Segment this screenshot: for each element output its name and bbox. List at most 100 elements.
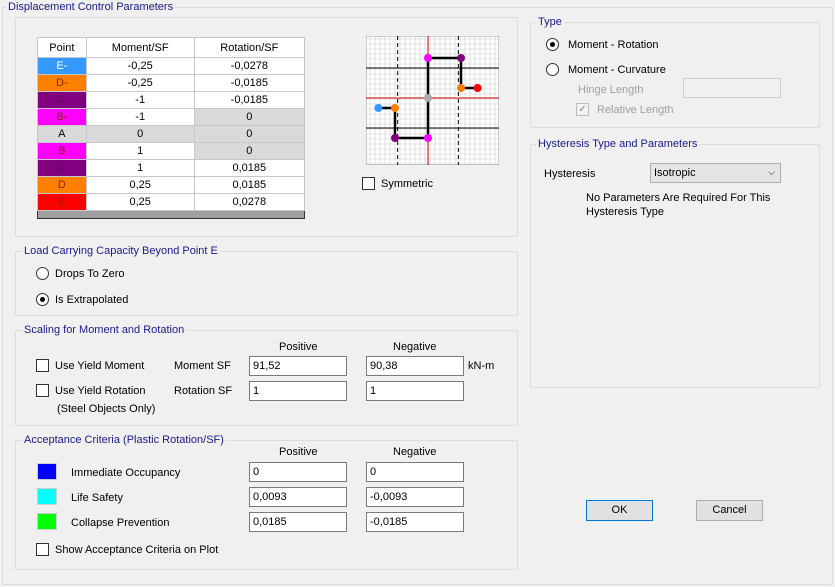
curve-point [391,104,399,112]
symmetric-checkbox[interactable] [362,177,375,190]
curve-plot [366,36,499,165]
curve-point [391,134,399,142]
table-row[interactable]: D 0,25 0,0185 [37,176,306,194]
hysteresis-label: Hysteresis [544,168,596,180]
cell-point[interactable]: B [37,142,87,160]
color-swatch[interactable] [37,463,57,480]
cell-rotation[interactable]: 0,0278 [193,193,306,211]
cell-moment[interactable]: 1 [85,142,195,160]
table-row[interactable]: C 1 0,0185 [37,159,306,177]
moment-sf-negative-input[interactable]: 90,38 [366,356,464,376]
column-header: Rotation/SF [193,37,306,58]
plot-background [366,36,499,165]
acceptance-label: Immediate Occupancy [71,467,181,479]
cell-rotation[interactable]: 0 [193,125,306,143]
cell-point[interactable]: A [37,125,87,143]
table-scrollbar[interactable] [37,210,305,219]
acceptance-positive-input[interactable]: 0,0093 [249,487,347,507]
cell-rotation[interactable]: -0,0185 [193,74,306,92]
use-yield-rotation-label: Use Yield Rotation [55,385,146,397]
table-row[interactable]: B10 [37,142,306,160]
hysteresis-note-1: No Parameters Are Required For This [586,192,771,204]
table-row[interactable]: D- -0,25 -0,0185 [37,74,306,92]
color-swatch[interactable] [37,488,57,505]
symmetric-label: Symmetric [381,178,433,190]
cell-rotation[interactable]: 0,0185 [193,159,306,177]
rotation-sf-negative-input[interactable]: 1 [366,381,464,401]
table-row[interactable]: C- -1 -0,0185 [37,91,306,109]
hinge-length-input[interactable] [683,78,781,98]
hysteresis-value: Isotropic [654,167,696,179]
use-yield-rotation-checkbox[interactable] [36,384,49,397]
cell-point[interactable]: D [37,176,87,194]
cell-point[interactable]: E [37,193,87,211]
scaling-title: Scaling for Moment and Rotation [22,324,187,336]
cell-rotation[interactable]: -0,0185 [193,91,306,109]
table-row[interactable]: A00 [37,125,306,143]
unit-label: kN-m [468,360,495,372]
cell-moment[interactable]: 0,25 [85,193,195,211]
table-row[interactable]: E 0,25 0,0278 [37,193,306,211]
cell-rotation[interactable]: 0,0185 [193,176,306,194]
column-header: Moment/SF [85,37,195,58]
dialog-title: Displacement Control Parameters [6,1,176,13]
curve-point [374,104,383,112]
acceptance-positive-input[interactable]: 0,0185 [249,512,347,532]
curve-point [424,134,432,142]
cell-moment[interactable]: -0,25 [85,74,195,92]
positive-header: Positive [279,341,318,353]
drops-to-zero-radio[interactable] [36,267,49,280]
cell-moment[interactable]: 0,25 [85,176,195,194]
acceptance-negative-input[interactable]: 0 [366,462,464,482]
moment-curvature-label: Moment - Curvature [568,64,666,76]
curve-point [424,54,432,62]
cell-rotation[interactable]: -0,0278 [193,57,306,75]
rotation-sf-label: Rotation SF [174,385,233,397]
show-on-plot-checkbox[interactable] [36,543,49,556]
moment-sf-label: Moment SF [174,360,231,372]
moment-rotation-radio[interactable] [546,38,559,51]
show-on-plot-label: Show Acceptance Criteria on Plot [55,544,219,556]
relative-length-label: Relative Length [597,104,674,116]
color-swatch[interactable] [37,513,57,530]
is-extrapolated-radio[interactable] [36,293,49,306]
drops-to-zero-label: Drops To Zero [55,268,125,280]
negative-header: Negative [393,341,437,353]
curve-point [473,84,482,92]
cell-point[interactable]: B- [37,108,87,126]
hysteresis-select[interactable]: Isotropic ⌵ [650,163,781,183]
hysteresis-title: Hysteresis Type and Parameters [536,138,700,150]
relative-length-checkbox[interactable]: ✓ [576,103,589,116]
moment-sf-positive-input[interactable]: 91,52 [249,356,347,376]
acceptance-positive-input[interactable]: 0 [249,462,347,482]
acceptance-negative-input[interactable]: -0,0093 [366,487,464,507]
hysteresis-note-2: Hysteresis Type [586,206,665,218]
rotation-sf-positive-input[interactable]: 1 [249,381,347,401]
cell-rotation[interactable]: 0 [193,142,306,160]
cell-moment[interactable]: -0,25 [85,57,195,75]
ok-button[interactable]: OK [586,500,653,521]
acceptance-title: Acceptance Criteria (Plastic Rotation/SF… [22,434,226,446]
use-yield-moment-label: Use Yield Moment [55,360,145,372]
acceptance-negative-input[interactable]: -0,0185 [366,512,464,532]
points-table[interactable]: Point Moment/SF Rotation/SF E- -0,25 -0,0278 D… [37,37,306,219]
curve-point [457,54,465,62]
cell-moment[interactable]: -1 [85,108,195,126]
cell-point[interactable]: D- [37,74,87,92]
chevron-down-icon: ⌵ [768,167,775,177]
cell-rotation[interactable]: 0 [193,108,306,126]
is-extrapolated-label: Is Extrapolated [55,294,129,306]
table-row[interactable]: B- -1 0 [37,108,306,126]
cell-point[interactable]: E- [37,57,87,75]
cancel-button[interactable]: Cancel [696,500,763,521]
use-yield-moment-checkbox[interactable] [36,359,49,372]
cell-moment[interactable]: -1 [85,91,195,109]
table-row[interactable]: E- -0,25 -0,0278 [37,57,306,75]
moment-curvature-radio[interactable] [546,63,559,76]
acc-negative-header: Negative [393,446,437,458]
cell-moment[interactable]: 0 [85,125,195,143]
cell-point[interactable]: C [37,159,87,177]
steel-only-label: (Steel Objects Only) [57,403,156,415]
cell-point[interactable]: C- [37,91,87,109]
cell-moment[interactable]: 1 [85,159,195,177]
